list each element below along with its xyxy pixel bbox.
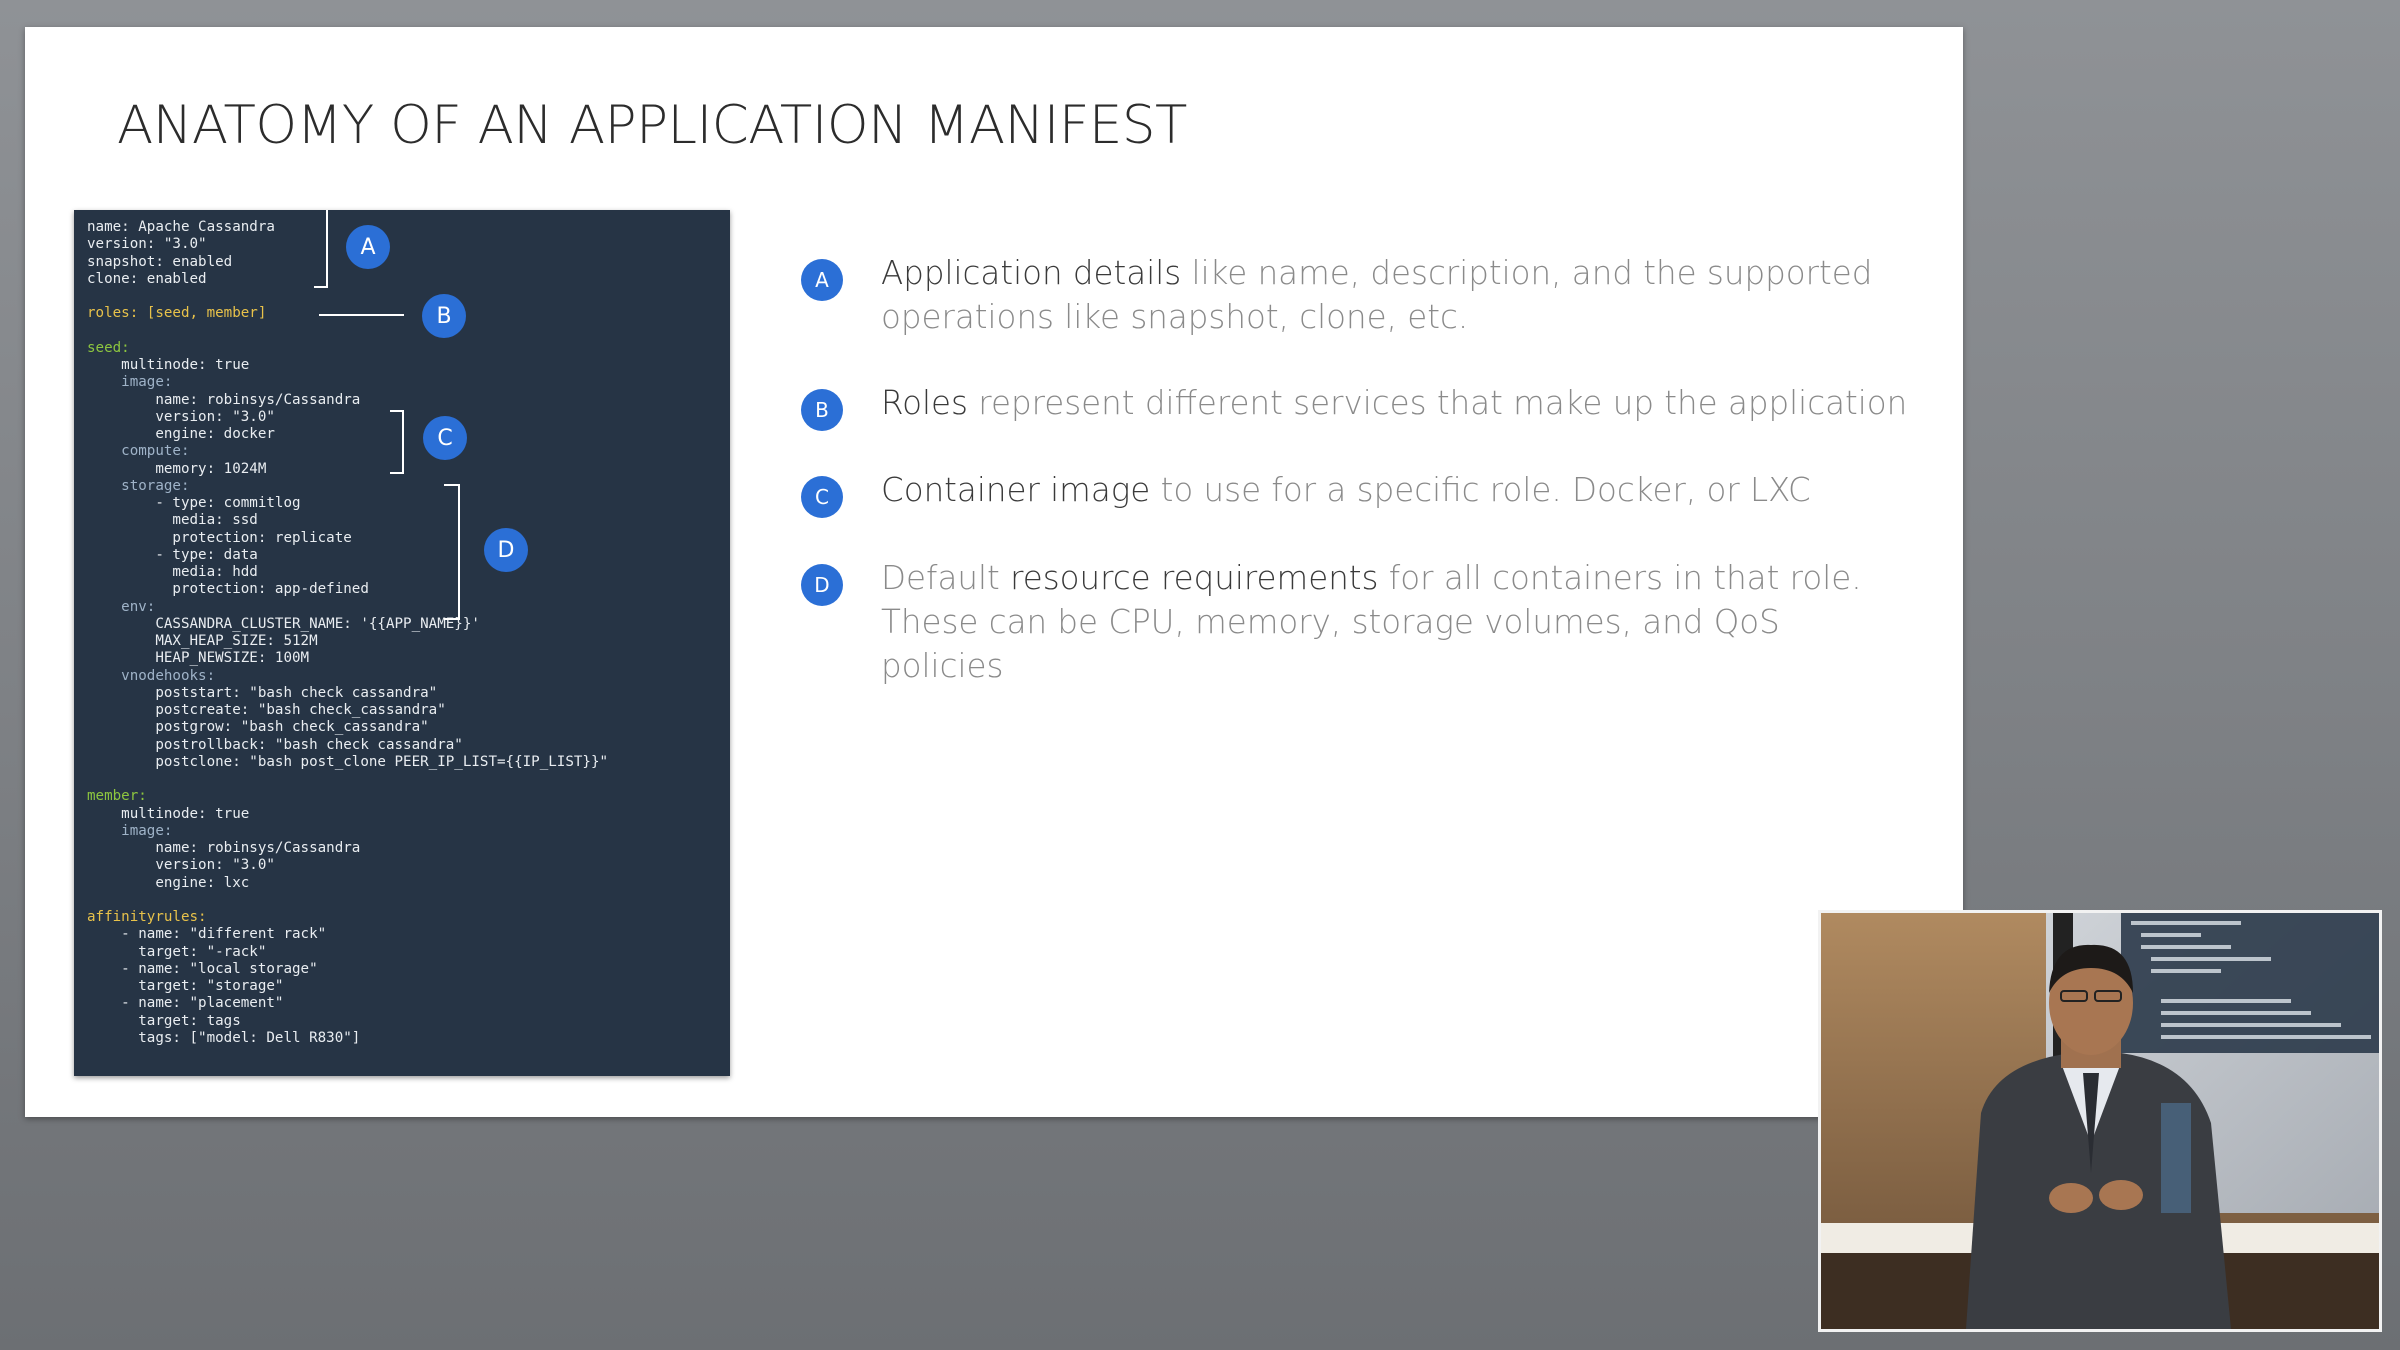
code-line: engine: docker (87, 426, 275, 442)
code-line: - type: data (87, 546, 258, 563)
manifest-code-panel: name: Apache Cassandra version: "3.0" snap… (74, 210, 730, 1076)
bullet-marker-c: C (801, 476, 843, 518)
marker-a: A (346, 225, 390, 269)
code-line: - type: commitlog (87, 495, 301, 511)
code-line: - name: "different rack" (87, 926, 327, 943)
code-line: engine: lxc (87, 874, 250, 891)
code-line: CASSANDRA_CLUSTER_NAME: '{{APP_NAME}}' (87, 615, 480, 632)
bullet-pre: Default (881, 559, 1011, 597)
code-line: affinityrules: (87, 909, 207, 925)
code-line: - name: "local storage" (87, 960, 318, 977)
code-line: compute: (87, 443, 190, 460)
code-line: postcreate: "bash check_cassandra" (87, 702, 446, 718)
bracket-c (390, 410, 404, 474)
code-line: storage: (87, 477, 190, 494)
code-line: version: "3.0" (87, 408, 275, 425)
bullet-text: Roles represent different services that … (881, 381, 1911, 425)
code-line: name: Apache Cassandra (87, 219, 275, 235)
code-line: postgrow: "bash check_cassandra" (87, 719, 429, 736)
code-line: memory: 1024M (87, 460, 267, 477)
presenter-video[interactable] (1818, 910, 2382, 1332)
manifest-code: name: Apache Cassandra version: "3.0" snap… (87, 219, 608, 1047)
code-line: multinode: true (87, 805, 250, 822)
bullet-lead: Container image (881, 471, 1151, 509)
code-line: target: tags (87, 1012, 241, 1029)
bullet-text: Application details like name, descripti… (881, 251, 1911, 339)
code-line: MAX_HEAP_SIZE: 512M (87, 633, 318, 649)
bullet-rest: to use for a specific role. Docker, or L… (1150, 471, 1811, 509)
marker-d: D (484, 528, 528, 572)
code-line: clone: enabled (87, 270, 207, 287)
code-line: env: (87, 598, 156, 615)
code-line: multinode: true (87, 357, 250, 373)
code-line: member: (87, 788, 147, 805)
code-line: name: robinsys/Cassandra (87, 391, 361, 408)
bullet-marker-b: B (801, 389, 843, 431)
code-line: target: "-rack" (87, 943, 267, 960)
code-line: target: "storage" (87, 978, 284, 994)
bullet-marker-a: A (801, 259, 843, 301)
code-line: postrollback: "bash check cassandra" (87, 736, 463, 753)
code-line: protection: replicate (87, 529, 352, 546)
code-line: - name: "placement" (87, 995, 284, 1012)
bracket-a (314, 210, 328, 288)
bullet-text: Container image to use for a specific ro… (881, 468, 1911, 512)
code-line: seed: (87, 339, 130, 356)
code-line: media: hdd (87, 564, 258, 580)
bullet-rest: represent different services that make u… (967, 384, 1908, 422)
marker-b: B (422, 294, 466, 338)
code-line: protection: app-defined (87, 581, 369, 598)
code-line: media: ssd (87, 512, 258, 529)
code-line: version: "3.0" (87, 857, 275, 874)
bullet-lead: resource requirements (1010, 559, 1379, 597)
code-line: poststart: "bash check cassandra" (87, 684, 438, 701)
code-line: HEAP_NEWSIZE: 100M (87, 650, 310, 667)
bullet-text: Default resource requirements for all co… (881, 556, 1911, 688)
code-line: image: (87, 374, 173, 391)
slide-title: ANATOMY OF AN APPLICATION MANIFEST (117, 95, 1187, 156)
code-line: image: (87, 822, 173, 839)
slide: ANATOMY OF AN APPLICATION MANIFEST name:… (25, 27, 1963, 1117)
code-line: name: robinsys/Cassandra (87, 840, 361, 856)
bullet-marker-d: D (801, 564, 843, 606)
connector-b (319, 314, 404, 316)
bracket-d (444, 484, 460, 620)
marker-c: C (423, 416, 467, 460)
bullet-lead: Roles (881, 384, 968, 422)
code-line: tags: ["model: Dell R830"] (87, 1029, 361, 1046)
bullet-lead: Application details (881, 254, 1182, 292)
presenter-video-icon (1821, 913, 2379, 1329)
code-line: vnodehooks: (87, 667, 216, 684)
code-line: postclone: "bash post_clone PEER_IP_LIST… (87, 753, 609, 770)
